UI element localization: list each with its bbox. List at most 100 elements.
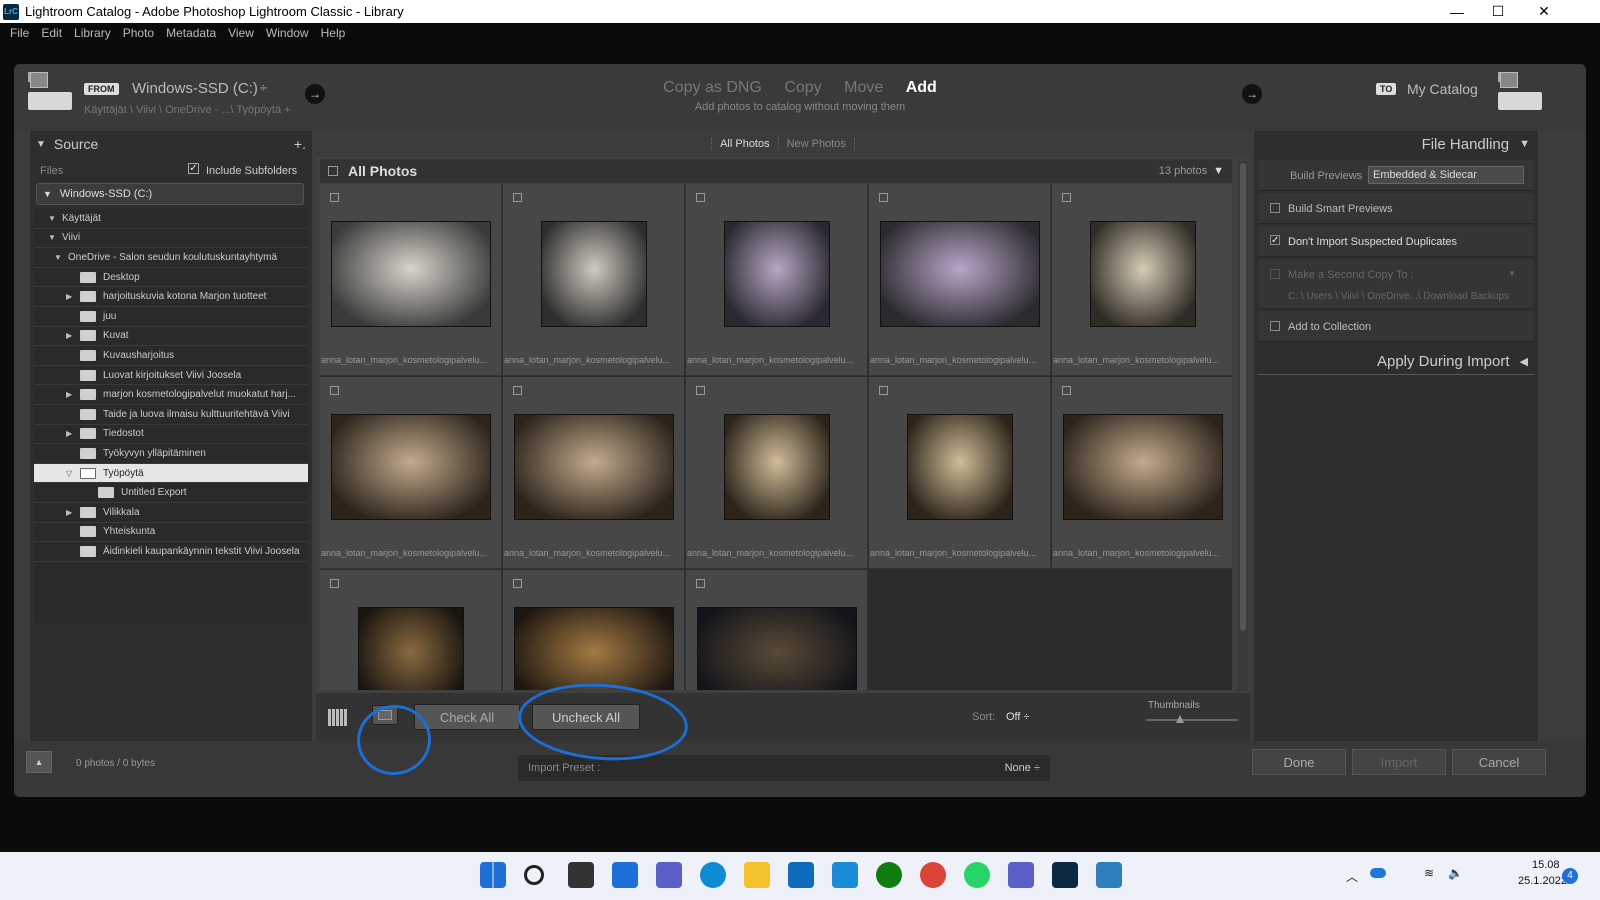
mode-copy-as-dng[interactable]: Copy as DNG	[663, 79, 762, 96]
menu-view[interactable]: View	[222, 26, 260, 40]
drive-windows-ssd[interactable]: ▼ Windows-SSD (C:)	[36, 183, 304, 205]
menu-library[interactable]: Library	[68, 26, 117, 40]
expand-panel-button[interactable]: ▲	[26, 751, 52, 773]
tree-item-luovat[interactable]: Luovat kirjoitukset Viivi Joosela	[34, 366, 308, 386]
chrome-icon[interactable]	[920, 862, 946, 888]
photo-cell[interactable]: anna_lotan_marjon_kosmetologipalvelu...	[503, 377, 685, 569]
photo-thumbnail[interactable]	[514, 414, 674, 520]
photo-cell[interactable]: anna_lotan_marjon_kosmetologipalvelu...	[1052, 377, 1232, 569]
clock-time[interactable]: 15.08	[1532, 859, 1560, 871]
photo-cell[interactable]: anna_lotan_marjon_kosmetologipalvelu...	[503, 184, 685, 376]
menu-file[interactable]: File	[4, 26, 35, 40]
tree-item-harjoituskuvia[interactable]: ▶ harjoituskuvia kotona Marjon tuotteet	[34, 287, 308, 307]
second-copy-checkbox[interactable]	[1270, 269, 1280, 279]
grid-scrollbar[interactable]	[1238, 161, 1248, 691]
tree-item-vilikkala[interactable]: ▶ Vilikkala	[34, 503, 308, 523]
minimize-button[interactable]: —	[1434, 0, 1480, 23]
destination-arrow-icon[interactable]: →	[1242, 84, 1262, 104]
expanded-triangle-icon[interactable]: ▼	[48, 233, 56, 242]
photo-thumbnail[interactable]	[907, 414, 1013, 520]
photo-thumbnail[interactable]	[331, 221, 491, 327]
add-to-collection-row[interactable]: Add to Collection	[1258, 311, 1534, 342]
second-copy-row[interactable]: Make a Second Copy To : ▼ C: \ Users \ V…	[1258, 259, 1534, 309]
whatsapp-icon[interactable]	[964, 862, 990, 888]
photo-thumbnail[interactable]	[724, 221, 830, 327]
tree-item-aidinkieli[interactable]: Äidinkieli kaupankäynnin tekstit Viivi J…	[34, 542, 308, 562]
photo-checkbox[interactable]	[330, 579, 339, 588]
menu-window[interactable]: Window	[260, 26, 315, 40]
tree-item-kayttajat[interactable]: ▼ Käyttäjät	[34, 209, 308, 229]
task-view-icon[interactable]	[568, 862, 594, 888]
volume-icon[interactable]: 🔈	[1448, 866, 1463, 880]
photo-checkbox[interactable]	[1062, 193, 1071, 202]
wifi-icon[interactable]: ≋	[1424, 866, 1434, 880]
tree-item-tyokyvyn[interactable]: Työkyvyn ylläpitäminen	[34, 444, 308, 464]
photo-cell[interactable]	[686, 570, 868, 690]
photo-checkbox[interactable]	[330, 193, 339, 202]
photo-checkbox[interactable]	[330, 386, 339, 395]
sort-select[interactable]: Off ÷	[1006, 711, 1030, 723]
tree-item-juu[interactable]: juu	[34, 307, 308, 327]
photo-thumbnail[interactable]	[880, 221, 1040, 327]
widgets-icon[interactable]	[612, 862, 638, 888]
tree-item-untitled-export[interactable]: Untitled Export	[34, 483, 308, 503]
photo-cell[interactable]	[503, 570, 685, 690]
duplicates-row[interactable]: ✓ Don't Import Suspected Duplicates	[1258, 226, 1534, 257]
tree-item-tyopoyta[interactable]: ▽ Työpöytä	[34, 463, 308, 484]
photo-thumbnail[interactable]	[697, 607, 857, 690]
file-explorer-icon[interactable]	[744, 862, 770, 888]
teams-icon[interactable]	[1008, 862, 1034, 888]
photo-cell[interactable]: anna_lotan_marjon_kosmetologipalvelu...	[1052, 184, 1232, 376]
tree-item-taide[interactable]: Taide ja luova ilmaisu kulttuuritehtävä …	[34, 405, 308, 425]
photo-checkbox[interactable]	[879, 193, 888, 202]
teams-chat-icon[interactable]	[656, 862, 682, 888]
import-button[interactable]: Import	[1352, 749, 1446, 775]
build-previews-select[interactable]: Embedded & Sidecar	[1368, 166, 1524, 184]
drive-expand-icon[interactable]: ▼	[43, 189, 52, 199]
photo-thumbnail[interactable]	[541, 221, 647, 327]
photo-cell[interactable]: anna_lotan_marjon_kosmetologipalvelu...	[686, 184, 868, 376]
expanded-triangle-icon[interactable]: ▼	[48, 214, 56, 223]
start-icon[interactable]	[480, 862, 506, 888]
menu-metadata[interactable]: Metadata	[160, 26, 222, 40]
tree-item-desktop[interactable]: Desktop	[34, 268, 308, 288]
photo-checkbox[interactable]	[879, 386, 888, 395]
smart-previews-checkbox[interactable]	[1270, 203, 1280, 213]
maximize-button[interactable]: ☐	[1475, 0, 1521, 23]
photo-cell[interactable]	[320, 570, 502, 690]
onedrive-icon[interactable]	[1370, 868, 1386, 878]
file-handling-header[interactable]: File Handling ▼	[1254, 131, 1538, 157]
scrollbar-thumb[interactable]	[1240, 163, 1246, 631]
expanded-triangle-icon[interactable]: ▽	[66, 469, 72, 478]
import-preset-select[interactable]: None ÷	[1005, 762, 1040, 774]
tree-item-kuvat[interactable]: ▶ Kuvat	[34, 327, 308, 347]
check-all-button[interactable]: Check All	[414, 704, 520, 730]
photos-icon[interactable]	[1096, 862, 1122, 888]
menu-edit[interactable]: Edit	[35, 26, 68, 40]
thumbnail-size-slider[interactable]	[1146, 719, 1238, 721]
menu-help[interactable]: Help	[315, 26, 352, 40]
add-to-collection-checkbox[interactable]	[1270, 321, 1280, 331]
photo-thumbnail[interactable]	[1090, 221, 1196, 327]
photo-cell[interactable]: anna_lotan_marjon_kosmetologipalvelu...	[869, 184, 1051, 376]
close-button[interactable]: ✕	[1521, 0, 1567, 23]
photo-checkbox[interactable]	[696, 193, 705, 202]
photo-cell[interactable]: anna_lotan_marjon_kosmetologipalvelu...	[320, 184, 502, 376]
collapsed-triangle-icon[interactable]: ▶	[66, 331, 72, 340]
photo-thumbnail[interactable]	[358, 607, 464, 690]
add-source-icon[interactable]: +.	[294, 136, 306, 152]
search-icon[interactable]	[524, 865, 544, 885]
tree-item-yhteiskunta[interactable]: Yhteiskunta	[34, 523, 308, 543]
notification-badge[interactable]: 4	[1562, 868, 1578, 884]
clock-date[interactable]: 25.1.2022	[1518, 875, 1567, 887]
tree-item-viivi[interactable]: ▼ Viivi	[34, 229, 308, 249]
tree-item-marjon[interactable]: ▶ marjon kosmetologipalvelut muokatut har…	[34, 385, 308, 405]
expanded-triangle-icon[interactable]: ▼	[54, 253, 62, 262]
photo-thumbnail[interactable]	[331, 414, 491, 520]
tab-all-photos[interactable]: All Photos	[711, 138, 778, 150]
mode-copy[interactable]: Copy	[784, 79, 821, 96]
photo-cell[interactable]: anna_lotan_marjon_kosmetologipalvelu...	[686, 377, 868, 569]
photo-checkbox[interactable]	[513, 579, 522, 588]
select-all-checkbox[interactable]	[328, 166, 338, 176]
photo-thumbnail[interactable]	[724, 414, 830, 520]
